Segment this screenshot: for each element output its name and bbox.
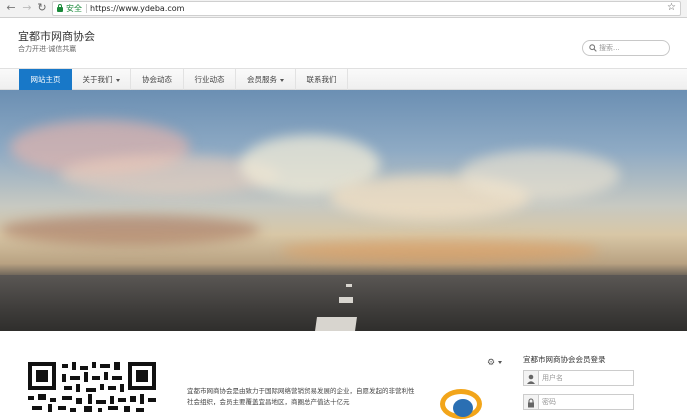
url-text[interactable]: https://www.ydeba.com bbox=[90, 3, 184, 14]
hero-banner-image bbox=[0, 90, 687, 331]
nav-item-member-services[interactable]: 会员服务 bbox=[236, 69, 296, 90]
qr-code bbox=[28, 362, 156, 412]
password-lock-icon bbox=[524, 395, 539, 409]
nav-item-label: 协会动态 bbox=[142, 75, 172, 84]
username-placeholder: 用户名 bbox=[542, 374, 563, 382]
nav-item-contact[interactable]: 联系我们 bbox=[296, 69, 348, 90]
site-slogan: 合力开进·诚信共赢 bbox=[18, 45, 77, 53]
browser-toolbar: ← → ↻ 安全 https://www.ydeba.com ☆ bbox=[0, 0, 687, 18]
login-title: 宜都市网商协会会员登录 bbox=[523, 355, 606, 364]
main-navbar: 网站主页 关于我们 协会动态 行业动态 会员服务 联系我们 bbox=[0, 68, 687, 90]
chevron-down-icon bbox=[498, 361, 503, 364]
chevron-down-icon bbox=[115, 78, 120, 82]
nav-item-label: 行业动态 bbox=[194, 75, 225, 84]
association-logo bbox=[440, 389, 482, 419]
settings-dropdown[interactable]: ⚙ bbox=[487, 358, 503, 368]
password-field[interactable]: 密码 bbox=[523, 394, 634, 410]
star-icon[interactable]: ☆ bbox=[667, 2, 676, 14]
forward-icon[interactable]: → bbox=[20, 1, 34, 15]
nav-item-about[interactable]: 关于我们 bbox=[72, 69, 131, 90]
gear-icon: ⚙ bbox=[487, 358, 496, 368]
nav-item-label: 联系我们 bbox=[306, 75, 337, 84]
back-icon[interactable]: ← bbox=[4, 1, 18, 15]
intro-text: 宜都市网商协会是由致力于国际网络营销贸易发展的企业，自愿发起的非营利性社会组织，… bbox=[187, 387, 415, 406]
reload-icon[interactable]: ↻ bbox=[35, 1, 49, 15]
password-placeholder: 密码 bbox=[542, 398, 556, 406]
nav-item-label: 网站主页 bbox=[30, 75, 61, 84]
lock-icon bbox=[57, 4, 63, 12]
username-field[interactable]: 用户名 bbox=[523, 370, 634, 386]
search-input[interactable]: 搜索... bbox=[582, 40, 670, 56]
search-icon bbox=[589, 44, 597, 52]
nav-item-label: 关于我们 bbox=[82, 75, 113, 84]
nav-item-association-news[interactable]: 协会动态 bbox=[131, 69, 184, 90]
nav-item-industry-news[interactable]: 行业动态 bbox=[184, 69, 236, 90]
chevron-down-icon bbox=[280, 78, 284, 82]
search-placeholder: 搜索... bbox=[599, 44, 620, 52]
nav-item-home[interactable]: 网站主页 bbox=[19, 69, 72, 90]
nav-item-label: 会员服务 bbox=[247, 75, 277, 84]
site-title[interactable]: 宜都市网商协会 bbox=[18, 28, 95, 44]
address-bar[interactable]: 安全 https://www.ydeba.com ☆ bbox=[52, 1, 681, 16]
user-icon bbox=[524, 371, 539, 385]
secure-label: 安全 bbox=[66, 4, 82, 13]
address-divider bbox=[86, 4, 87, 13]
